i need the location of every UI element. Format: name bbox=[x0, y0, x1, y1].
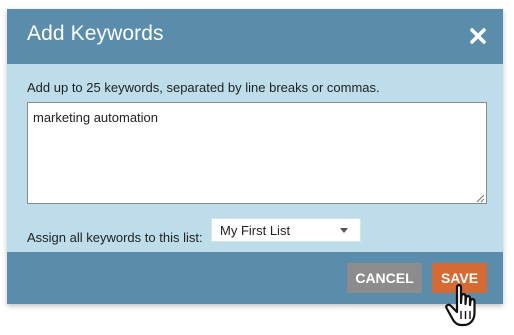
list-select-dropdown[interactable]: My First List bbox=[211, 218, 361, 242]
caret-down-icon bbox=[340, 228, 348, 233]
dialog-header: Add Keywords bbox=[7, 9, 503, 64]
list-select-value: My First List bbox=[220, 223, 291, 238]
instructions-text: Add up to 25 keywords, separated by line… bbox=[27, 80, 380, 95]
add-keywords-dialog: Add Keywords Add up to 25 keywords, sepa… bbox=[7, 9, 503, 304]
dialog-footer: CANCEL SAVE bbox=[7, 252, 503, 304]
screen: Add Keywords Add up to 25 keywords, sepa… bbox=[0, 0, 514, 335]
dialog-title: Add Keywords bbox=[27, 22, 164, 45]
save-button[interactable]: SAVE bbox=[432, 263, 487, 293]
close-button[interactable] bbox=[467, 25, 489, 47]
keywords-textarea[interactable] bbox=[27, 102, 487, 204]
resize-grip-icon[interactable] bbox=[475, 193, 485, 203]
close-x-icon bbox=[470, 28, 486, 44]
assign-list-label: Assign all keywords to this list: bbox=[27, 230, 203, 245]
cancel-button[interactable]: CANCEL bbox=[347, 263, 422, 293]
